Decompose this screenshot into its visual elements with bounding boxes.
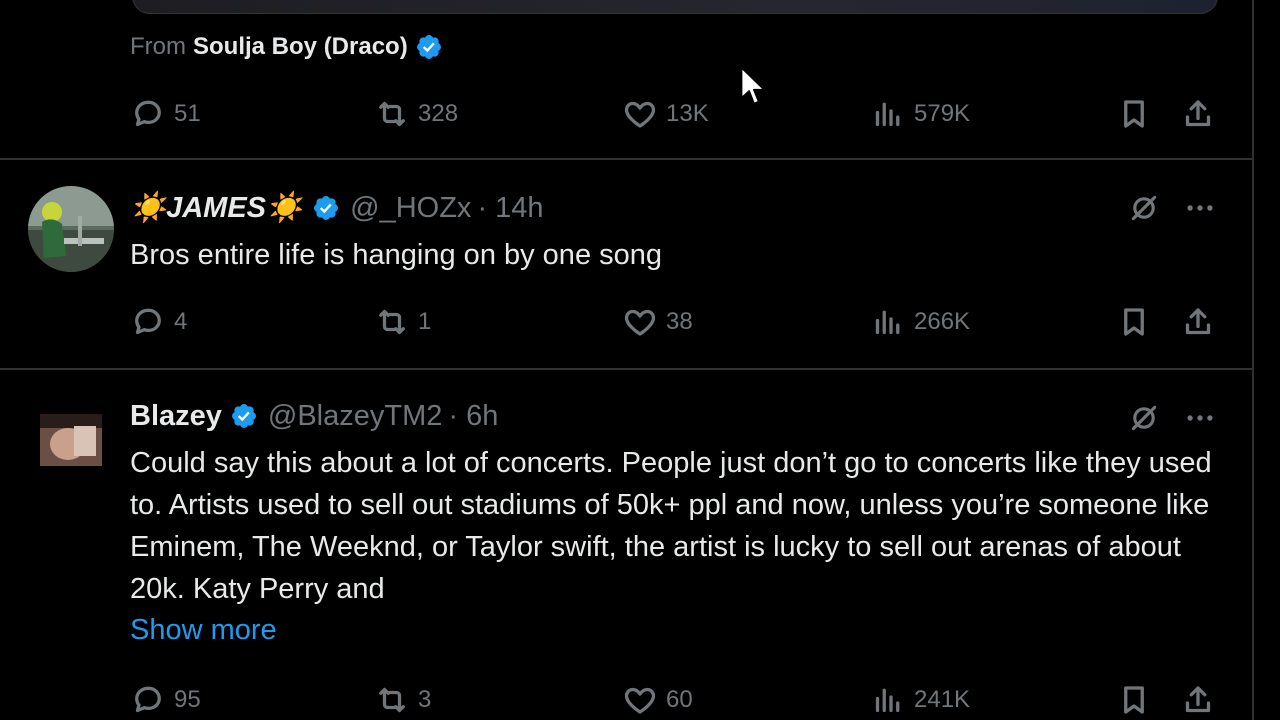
like-button[interactable]: 60 xyxy=(622,680,693,720)
repost-button[interactable]: 328 xyxy=(374,94,458,134)
heart-icon xyxy=(622,682,658,718)
post-time[interactable]: · 14h xyxy=(477,192,543,225)
views-count: 241K xyxy=(914,686,971,713)
verified-badge-icon xyxy=(312,194,340,222)
views-count: 579K xyxy=(914,100,971,127)
reply-count: 51 xyxy=(174,100,201,127)
tweet-actions: 95 3 60 241K xyxy=(130,680,1220,720)
repost-button[interactable]: 3 xyxy=(374,680,431,720)
more-options-icon[interactable] xyxy=(1180,398,1220,438)
author-name[interactable]: Blazey xyxy=(130,400,222,433)
author-name[interactable]: ☀️JAMES☀️ xyxy=(130,191,302,225)
repost-icon xyxy=(374,682,410,718)
views-button[interactable]: 579K xyxy=(870,94,970,134)
share-button[interactable] xyxy=(1180,302,1216,342)
share-button[interactable] xyxy=(1180,94,1216,134)
reply-count: 95 xyxy=(174,686,201,713)
tweet-header: Blazey @BlazeyTM2 · 6h xyxy=(130,396,498,436)
source-name-link[interactable]: Soulja Boy (Draco) xyxy=(193,33,408,61)
bookmark-icon xyxy=(1116,682,1152,718)
bookmark-icon xyxy=(1116,304,1152,340)
grok-mute-icon[interactable] xyxy=(1124,188,1164,228)
bookmark-button[interactable] xyxy=(1116,680,1152,720)
reply-icon xyxy=(130,682,166,718)
author-handle[interactable]: @_HOZx xyxy=(350,192,471,225)
source-prefix: From xyxy=(130,33,186,60)
repost-icon xyxy=(374,304,410,340)
more-options-icon[interactable] xyxy=(1180,188,1220,228)
reply-count: 4 xyxy=(174,308,188,335)
views-button[interactable]: 266K xyxy=(870,302,970,342)
media-source-attribution: From Soulja Boy (Draco) xyxy=(130,30,443,64)
like-button[interactable]: 38 xyxy=(622,302,693,342)
views-chart-icon xyxy=(870,304,906,340)
reply-button[interactable]: 51 xyxy=(130,94,201,134)
timeline: From Soulja Boy (Draco) 51 328 13K 579K xyxy=(0,0,1254,720)
bookmark-button[interactable] xyxy=(1116,94,1152,134)
like-count: 38 xyxy=(666,308,693,335)
views-count: 266K xyxy=(914,308,971,335)
bookmark-button[interactable] xyxy=(1116,302,1152,342)
repost-count: 3 xyxy=(418,686,432,713)
repost-count: 1 xyxy=(418,308,432,335)
reply-button[interactable]: 4 xyxy=(130,302,187,342)
tweet-actions: 4 1 38 266K xyxy=(130,302,1220,342)
share-button[interactable] xyxy=(1180,680,1216,720)
bookmark-icon xyxy=(1116,96,1152,132)
views-chart-icon xyxy=(870,682,906,718)
mouse-pointer-icon xyxy=(740,66,766,105)
like-button[interactable]: 13K xyxy=(622,94,709,134)
reply-tweet[interactable]: ☀️JAMES☀️ @_HOZx · 14h Bros entire life … xyxy=(0,160,1254,368)
verified-badge-icon xyxy=(230,402,258,430)
heart-icon xyxy=(622,96,658,132)
reply-button[interactable]: 95 xyxy=(130,680,201,720)
tweet-text: Bros entire life is hanging on by one so… xyxy=(130,239,663,271)
grok-mute-icon[interactable] xyxy=(1124,398,1164,438)
share-icon xyxy=(1180,304,1216,340)
like-count: 13K xyxy=(666,100,709,127)
repost-button[interactable]: 1 xyxy=(374,302,431,342)
heart-icon xyxy=(622,304,658,340)
reply-icon xyxy=(130,304,166,340)
reply-icon xyxy=(130,96,166,132)
reply-tweet[interactable]: Blazey @BlazeyTM2 · 6h Could say this ab… xyxy=(0,370,1254,720)
top-post-actions: 51 328 13K 579K xyxy=(130,94,1220,134)
share-icon xyxy=(1180,96,1216,132)
tweet-text: Could say this about a lot of concerts. … xyxy=(130,447,1212,605)
avatar[interactable] xyxy=(28,396,114,482)
post-media[interactable] xyxy=(132,0,1218,14)
repost-count: 328 xyxy=(418,100,459,127)
views-chart-icon xyxy=(870,96,906,132)
share-icon xyxy=(1180,682,1216,718)
show-more-link[interactable]: Show more xyxy=(130,614,277,647)
tweet-header: ☀️JAMES☀️ @_HOZx · 14h xyxy=(130,188,544,228)
post-time[interactable]: · 6h xyxy=(448,400,498,433)
repost-icon xyxy=(374,96,410,132)
views-button[interactable]: 241K xyxy=(870,680,970,720)
like-count: 60 xyxy=(666,686,693,713)
author-handle[interactable]: @BlazeyTM2 xyxy=(268,400,442,433)
avatar[interactable] xyxy=(28,186,114,272)
verified-badge-icon xyxy=(415,33,443,61)
